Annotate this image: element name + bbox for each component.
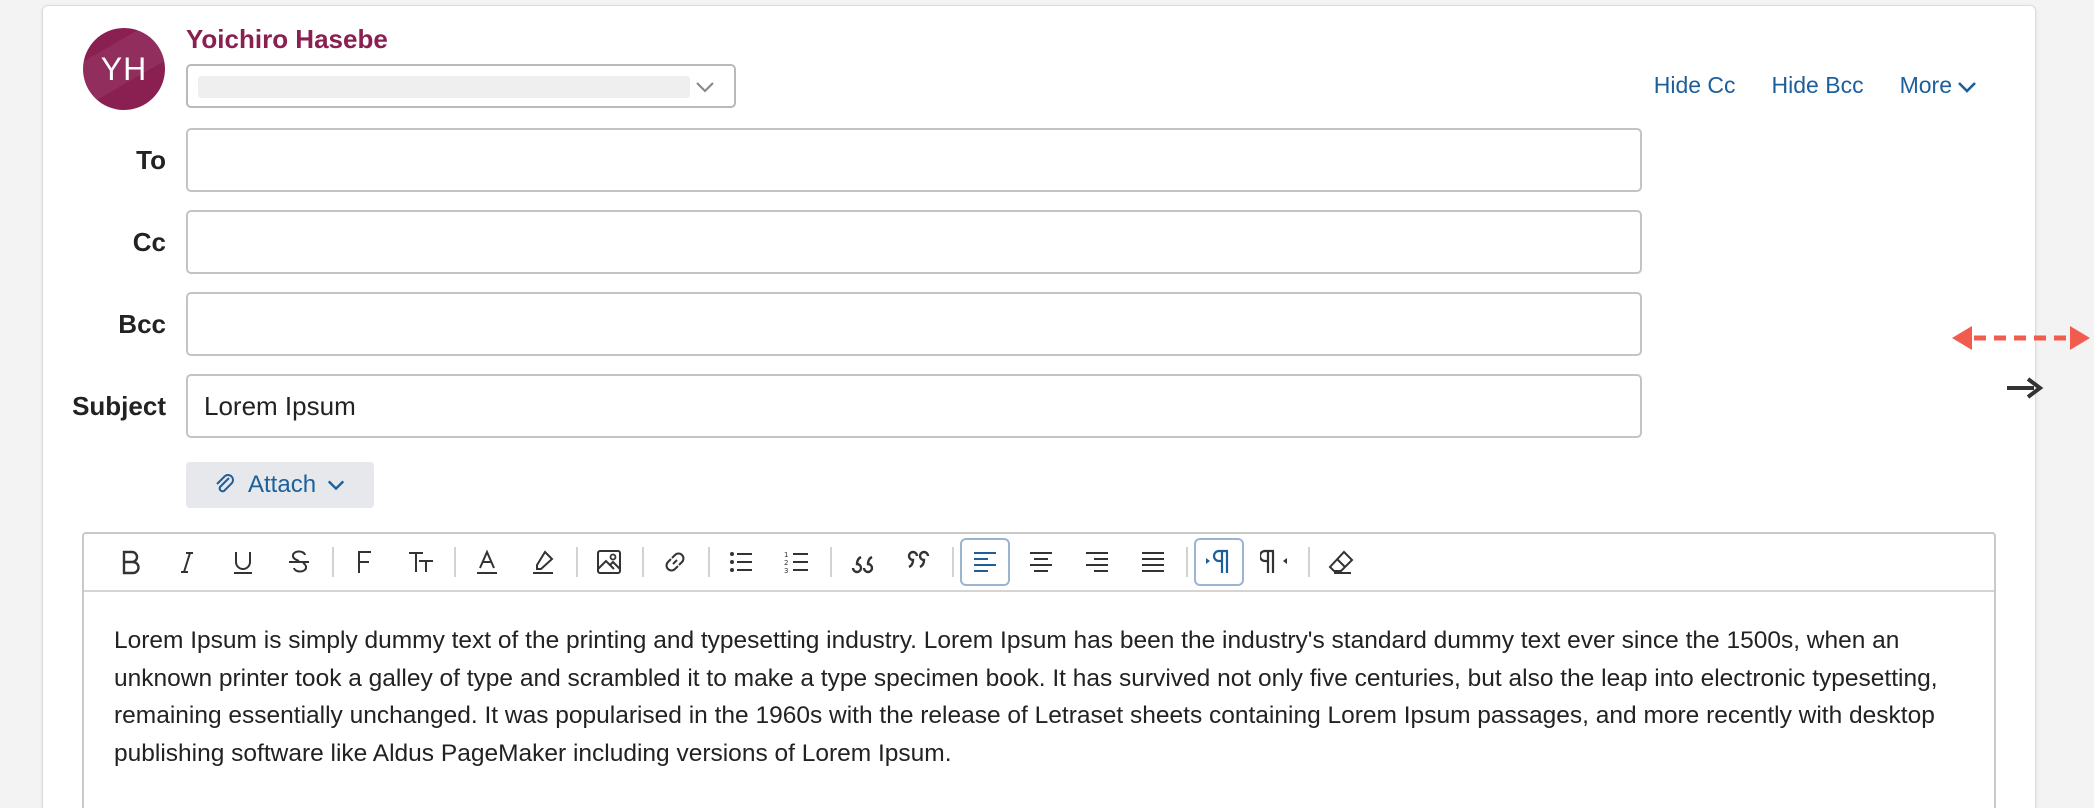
font-family-icon[interactable] — [340, 538, 390, 586]
text-color-icon[interactable] — [462, 538, 512, 586]
toolbar-separator — [1308, 547, 1310, 577]
italic-icon[interactable] — [162, 538, 212, 586]
to-field[interactable] — [186, 128, 1642, 192]
highlight-icon[interactable] — [518, 538, 568, 586]
chevron-down-icon — [327, 480, 345, 491]
numbered-list-icon[interactable]: 123 — [772, 538, 822, 586]
sender-name: Yoichiro Hasebe — [186, 24, 388, 54]
toolbar-separator — [576, 547, 578, 577]
clear-formatting-icon[interactable] — [1316, 538, 1366, 586]
more-menu-button[interactable]: More — [1900, 72, 1978, 99]
resize-arrows-icon — [1952, 326, 2090, 350]
cursor-arrow-icon — [2007, 377, 2044, 399]
chevron-down-icon — [1958, 82, 1976, 93]
avatar: YH — [83, 28, 165, 110]
blockquote-open-icon[interactable] — [838, 538, 888, 586]
bcc-field[interactable] — [186, 292, 1642, 356]
align-right-icon[interactable] — [1072, 538, 1122, 586]
blockquote-close-icon[interactable] — [894, 538, 944, 586]
toolbar-separator — [642, 547, 644, 577]
align-center-icon[interactable] — [1016, 538, 1066, 586]
align-justify-icon[interactable] — [1128, 538, 1178, 586]
hide-bcc-link[interactable]: Hide Bcc — [1772, 72, 1864, 99]
subject-label: Subject — [72, 391, 166, 421]
align-left-icon[interactable] — [960, 538, 1010, 586]
toolbar-separator — [332, 547, 334, 577]
image-icon[interactable] — [584, 538, 634, 586]
to-label: To — [136, 145, 166, 175]
rtl-direction-icon[interactable] — [1250, 538, 1300, 586]
svg-text:3: 3 — [784, 567, 788, 575]
underline-icon[interactable] — [218, 538, 268, 586]
toolbar-separator — [708, 547, 710, 577]
attach-label: Attach — [248, 471, 317, 498]
avatar-initials: YH — [100, 50, 148, 87]
link-icon[interactable] — [650, 538, 700, 586]
subject-field[interactable]: Lorem Ipsum — [186, 374, 1642, 438]
bold-icon[interactable] — [106, 538, 156, 586]
more-label: More — [1899, 72, 1952, 98]
bcc-label: Bcc — [118, 309, 166, 339]
font-size-icon[interactable] — [396, 538, 446, 586]
cc-field[interactable] — [186, 210, 1642, 274]
message-editor: 123 Lorem Ipsum is simply dummy text of … — [82, 532, 1996, 808]
svg-text:2: 2 — [784, 559, 788, 567]
toolbar-separator — [454, 547, 456, 577]
message-body[interactable]: Lorem Ipsum is simply dummy text of the … — [114, 622, 1954, 772]
cc-label: Cc — [132, 227, 166, 257]
toolbar-separator — [830, 547, 832, 577]
editor-toolbar: 123 — [84, 534, 1994, 592]
ltr-direction-icon[interactable] — [1194, 538, 1244, 586]
hide-cc-link[interactable]: Hide Cc — [1654, 72, 1736, 99]
bulleted-list-icon[interactable] — [716, 538, 766, 586]
from-identity-value — [198, 76, 690, 98]
chevron-down-icon — [696, 82, 714, 93]
svg-text:1: 1 — [784, 551, 788, 559]
strikethrough-icon[interactable] — [274, 538, 324, 586]
toolbar-separator — [1186, 547, 1188, 577]
from-identity-select[interactable] — [186, 64, 736, 108]
header-links: Hide Cc Hide Bcc More — [1654, 72, 1978, 99]
attach-button[interactable]: Attach — [186, 462, 374, 508]
toolbar-separator — [952, 547, 954, 577]
paperclip-icon — [216, 474, 234, 493]
